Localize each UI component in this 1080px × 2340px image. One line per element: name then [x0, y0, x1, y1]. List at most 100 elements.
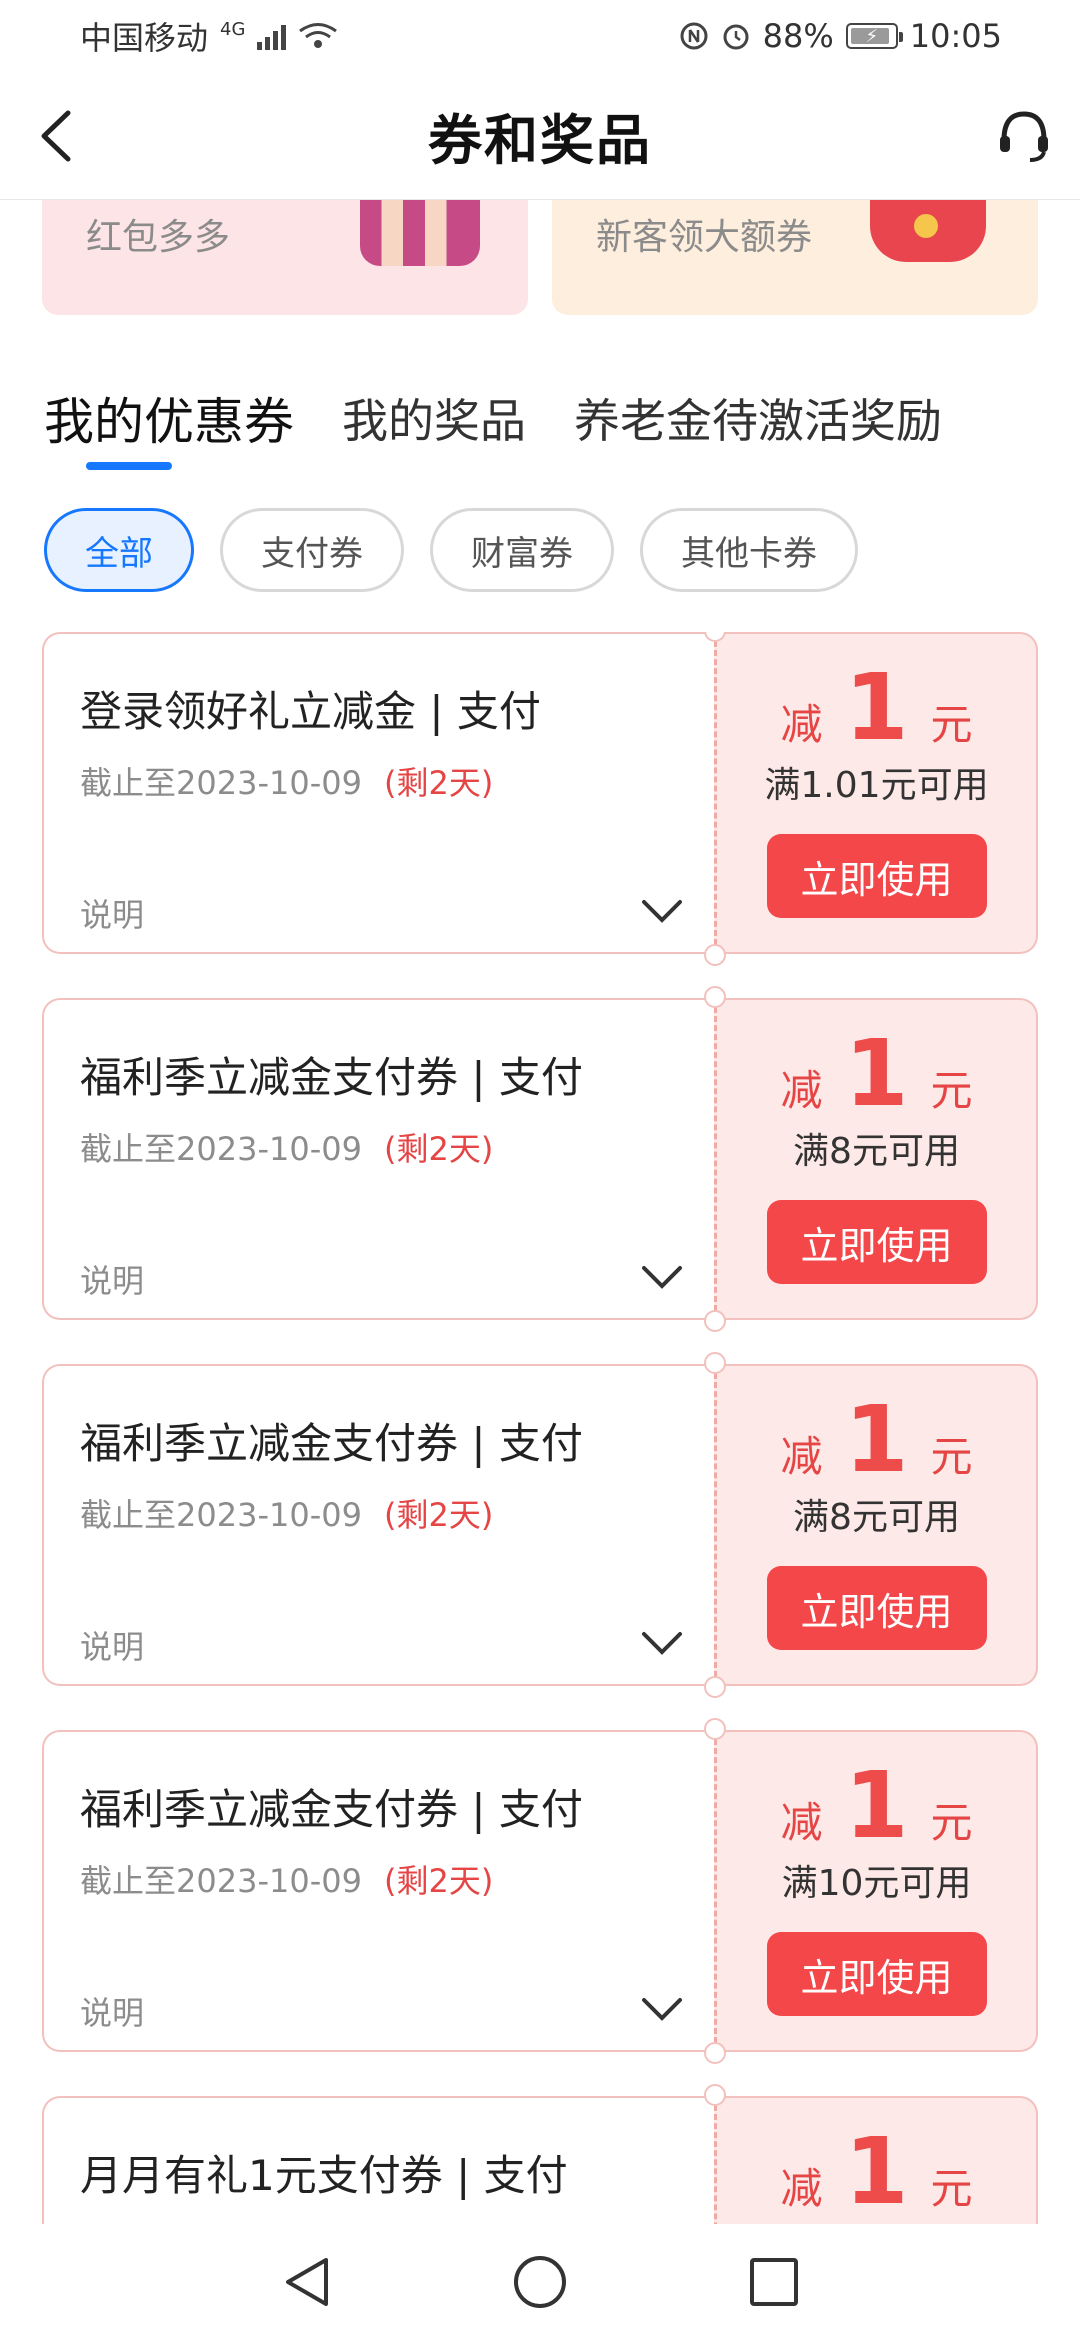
page-title: 券和奖品	[428, 109, 652, 172]
coupon-info: 登录领好礼立减金 | 支付 截止至2023-10-09 (剩2天) 说明	[42, 632, 714, 954]
days-remaining: (剩2天)	[383, 1496, 494, 1534]
amount-unit: 元	[930, 2164, 973, 2213]
coupon-value: 减 1 元 满8元可用 立即使用	[714, 998, 1038, 1320]
chevron-down-icon[interactable]	[640, 1628, 684, 1658]
usage-threshold: 满8元可用	[793, 1497, 960, 1538]
expiry-date: 截止至2023-10-09	[80, 1496, 362, 1534]
status-bar: 中国移动 4G 88% ⚡ 10:05	[0, 0, 1080, 72]
use-now-button[interactable]: 立即使用	[766, 1200, 987, 1284]
circle-home-icon[interactable]	[512, 2254, 568, 2310]
ticket-notch	[704, 1718, 726, 1740]
tab-my-coupons[interactable]: 我的优惠券	[44, 382, 294, 454]
days-remaining: (剩2天)	[383, 764, 494, 802]
use-now-button[interactable]: 立即使用	[766, 1932, 987, 2016]
use-now-button[interactable]: 立即使用	[766, 834, 987, 918]
amount-row: 减 1 元	[780, 662, 972, 754]
coupon-card: 福利季立减金支付券 | 支付 截止至2023-10-09 (剩2天) 说明 减 1…	[42, 986, 1038, 1332]
chevron-down-icon[interactable]	[640, 1262, 684, 1292]
use-now-button[interactable]: 立即使用	[766, 1566, 987, 1650]
signal-icon	[257, 22, 287, 50]
amount-row: 减 1 元	[780, 2126, 972, 2218]
filter-other-cards[interactable]: 其他卡券	[640, 508, 858, 592]
coupon-info: 福利季立减金支付券 | 支付 截止至2023-10-09 (剩2天) 说明	[42, 1364, 714, 1686]
coupon-expiry: 截止至2023-10-09 (剩2天)	[80, 1856, 493, 1902]
amount-prefix: 减	[780, 1432, 823, 1481]
triangle-back-icon[interactable]	[280, 2254, 332, 2310]
coupon-value: 减 1 元 满10元可用 立即使用	[714, 1730, 1038, 2052]
coupon-title: 福利季立减金支付券 | 支付	[80, 1785, 583, 1834]
amount-prefix: 减	[780, 1066, 823, 1115]
days-remaining: (剩2天)	[383, 1130, 494, 1168]
clock: 10:05	[909, 17, 1002, 55]
status-right: 88% ⚡ 10:05	[679, 17, 1002, 55]
coupon-expiry: 截止至2023-10-09 (剩2天)	[80, 1124, 493, 1170]
system-nav-bar	[0, 2224, 1080, 2340]
coupon-title: 登录领好礼立减金 | 支付	[80, 687, 541, 736]
coupon-expiry: 截止至2023-10-09 (剩2天)	[80, 758, 493, 804]
coupon-title: 福利季立减金支付券 | 支付	[80, 1419, 583, 1468]
filter-chips: 全部 支付券 财富券 其他卡券	[44, 508, 858, 592]
filter-all[interactable]: 全部	[44, 508, 194, 592]
amount-row: 减 1 元	[780, 1760, 972, 1852]
ticket-notch	[704, 2042, 726, 2064]
carrier-label: 中国移动	[80, 19, 209, 57]
expiry-date: 截止至2023-10-09	[80, 764, 362, 802]
coupon-value: 减 1 元 满1.01元可用 立即使用	[714, 632, 1038, 954]
coupon-description-toggle[interactable]: 说明	[80, 1256, 144, 1302]
active-tab-indicator	[86, 462, 172, 470]
network-label: 4G	[220, 19, 246, 40]
coupon-info: 福利季立减金支付券 | 支付 截止至2023-10-09 (剩2天) 说明	[42, 1730, 714, 2052]
amount-unit: 元	[930, 700, 973, 749]
customer-service-button[interactable]	[994, 106, 1054, 166]
status-left: 中国移动 4G	[80, 13, 338, 59]
coupon-expiry: 截止至2023-10-09 (剩2天)	[80, 1490, 493, 1536]
battery-percent: 88%	[762, 17, 834, 55]
expiry-date: 截止至2023-10-09	[80, 1130, 362, 1168]
amount-value: 1	[844, 2118, 909, 2224]
wifi-icon	[299, 23, 338, 48]
ticket-notch	[704, 1352, 726, 1374]
promo-text: 新客领大额券	[596, 217, 813, 258]
chevron-left-icon	[41, 110, 71, 162]
amount-prefix: 减	[780, 2164, 823, 2213]
days-remaining: (剩2天)	[383, 1862, 494, 1900]
ticket-notch	[704, 1310, 726, 1332]
amount-row: 减 1 元	[780, 1028, 972, 1120]
tab-my-prizes[interactable]: 我的奖品	[342, 385, 526, 451]
promo-card-red-packets[interactable]: 红包多多	[42, 200, 528, 315]
amount-value: 1	[844, 1386, 909, 1493]
coupon-title: 福利季立减金支付券 | 支付	[80, 1053, 583, 1102]
amount-prefix: 减	[780, 1798, 823, 1847]
coupon-title: 月月有礼1元支付券 | 支付	[80, 2151, 568, 2200]
ticket-notch	[704, 944, 726, 966]
coupon-description-toggle[interactable]: 说明	[80, 890, 144, 936]
chevron-down-icon[interactable]	[640, 896, 684, 926]
ticket-notch	[704, 1676, 726, 1698]
tab-pension-rewards[interactable]: 养老金待激活奖励	[574, 385, 942, 451]
filter-wealth-coupons[interactable]: 财富券	[430, 508, 614, 592]
square-recents-icon[interactable]	[748, 2256, 800, 2308]
coupon-card: 登录领好礼立减金 | 支付 截止至2023-10-09 (剩2天) 说明 减 1 …	[42, 632, 1038, 966]
amount-value: 1	[844, 1020, 909, 1127]
usage-threshold: 满1.01元可用	[764, 765, 989, 806]
gift-box-icon	[360, 200, 480, 266]
amount-value: 1	[844, 1752, 909, 1859]
amount-unit: 元	[930, 1066, 973, 1115]
red-packet-icon	[870, 200, 986, 262]
coupon-description-toggle[interactable]: 说明	[80, 1988, 144, 2034]
amount-prefix: 减	[780, 700, 823, 749]
filter-payment-coupons[interactable]: 支付券	[220, 508, 404, 592]
amount-value: 1	[844, 654, 909, 761]
expiry-date: 截止至2023-10-09	[80, 1862, 362, 1900]
promo-text: 红包多多	[86, 217, 231, 258]
back-button[interactable]	[28, 108, 84, 164]
coupon-value: 减 1 元	[714, 2096, 1038, 2224]
coupon-card: 月月有礼1元支付券 | 支付 减 1 元	[42, 2084, 1038, 2224]
headset-icon	[1000, 111, 1048, 162]
chevron-down-icon[interactable]	[640, 1994, 684, 2024]
amount-unit: 元	[930, 1798, 973, 1847]
amount-unit: 元	[930, 1432, 973, 1481]
alarm-icon	[723, 24, 749, 50]
coupon-description-toggle[interactable]: 说明	[80, 1622, 144, 1668]
promo-card-new-customer[interactable]: 新客领大额券	[552, 200, 1038, 315]
